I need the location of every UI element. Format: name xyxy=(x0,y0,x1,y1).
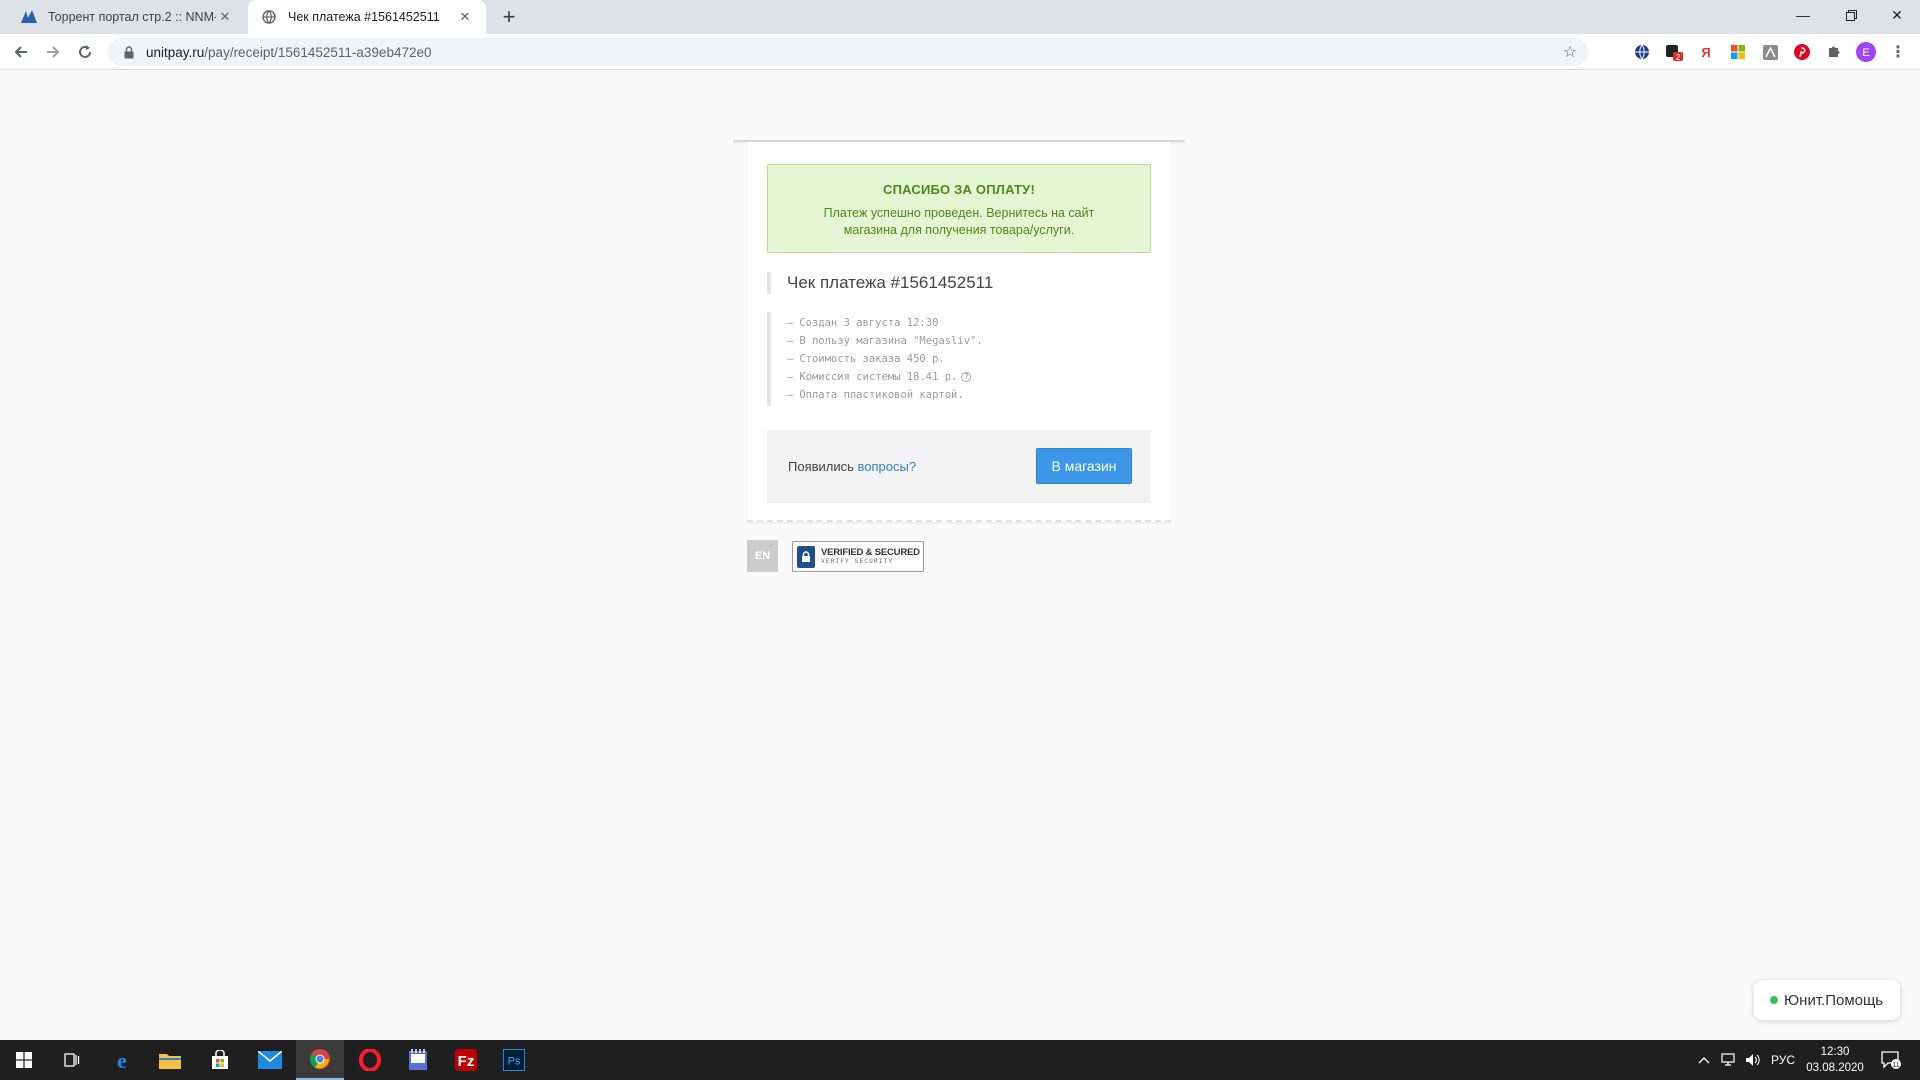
window-close-icon[interactable]: ✕ xyxy=(1874,0,1920,30)
list-item: — В пользу магазина "Megasliv". xyxy=(787,332,1067,350)
close-icon[interactable]: ✕ xyxy=(456,8,474,26)
unit-help-widget[interactable]: Юнит.Помощь xyxy=(1754,980,1900,1020)
browser-toolbar: unitpay.ru/pay/receipt/1561452511-a39eb4… xyxy=(0,34,1920,70)
opera-icon[interactable] xyxy=(346,1040,394,1080)
extension-badge-count: 2 xyxy=(1676,53,1681,62)
list-item: — Стоимость заказа 450 р. xyxy=(787,350,1067,368)
badge-text: VERIFIED & SECURED VERIFY SECURITY xyxy=(821,546,920,566)
questions-link[interactable]: вопросы? xyxy=(858,459,917,474)
svg-text:Ps: Ps xyxy=(508,1056,521,1068)
receipt-details-list: — Создан 3 августа 12:30 — В пользу магази… xyxy=(767,312,1067,406)
badge-line-2: VERIFY SECURITY xyxy=(821,557,894,565)
shield-lock-icon xyxy=(797,545,815,568)
system-clock[interactable]: 12:30 03.08.2020 xyxy=(1800,1044,1870,1076)
svg-text:Fz: Fz xyxy=(458,1053,475,1070)
globe-favicon-icon xyxy=(260,8,278,26)
profile-avatar[interactable]: E xyxy=(1856,42,1876,62)
badge-line-1: VERIFIED & SECURED xyxy=(821,546,920,558)
close-icon[interactable]: ✕ xyxy=(216,8,234,26)
tab-receipt[interactable]: Чек платежа #1561452511 ✕ xyxy=(248,0,486,34)
task-view-icon[interactable] xyxy=(48,1040,96,1080)
address-bar[interactable]: unitpay.ru/pay/receipt/1561452511-a39eb4… xyxy=(108,38,1588,66)
url-path: /pay/receipt/1561452511-a39eb472e0 xyxy=(204,44,432,60)
restore-icon[interactable] xyxy=(1828,0,1874,30)
forward-arrow-icon[interactable] xyxy=(40,39,66,65)
nnm-club-favicon-icon xyxy=(20,8,38,26)
filezilla-icon[interactable]: Fz xyxy=(442,1040,490,1080)
browser-tab-bar: Торрент портал стр.2 :: NNM-Cl ✕ Чек пла… xyxy=(0,0,1920,34)
windows-start-icon[interactable] xyxy=(0,1040,48,1080)
network-icon[interactable] xyxy=(1718,1040,1740,1080)
volume-icon[interactable] xyxy=(1742,1040,1764,1080)
ms-office-extension-icon[interactable] xyxy=(1728,42,1748,62)
edge-icon[interactable]: e xyxy=(98,1040,146,1080)
notepad-icon[interactable] xyxy=(394,1040,442,1080)
detail-commission: Комиссия системы 18.41 р. xyxy=(799,371,958,383)
notifications-icon[interactable]: 11 xyxy=(1876,1040,1906,1080)
lock-icon xyxy=(122,45,136,59)
verified-secured-badge[interactable]: VERIFIED & SECURED VERIFY SECURITY xyxy=(792,541,924,572)
success-text: Платеж успешно проведен. Вернитесь на са… xyxy=(823,206,1095,237)
windows-taskbar: e Fz Ps РУС 12:30 03.08.2020 11 xyxy=(0,1040,1920,1080)
url-host: unitpay.ru xyxy=(146,44,205,60)
list-item: — Создан 3 августа 12:30 xyxy=(787,314,1067,332)
show-hidden-icons-chevron-icon[interactable] xyxy=(1694,1040,1714,1080)
online-status-dot xyxy=(1770,996,1778,1004)
puzzle-extensions-icon[interactable] xyxy=(1824,42,1844,62)
tab-torrent-portal[interactable]: Торрент портал стр.2 :: NNM-Cl ✕ xyxy=(8,0,246,34)
store-icon[interactable] xyxy=(196,1040,244,1080)
receipt-card-tear-edge xyxy=(747,520,1171,522)
pinterest-extension-icon[interactable] xyxy=(1792,42,1812,62)
bookmark-star-icon[interactable]: ☆ xyxy=(1560,42,1580,62)
back-arrow-icon[interactable] xyxy=(8,39,34,65)
detail-amount: Стоимость заказа 450 р. xyxy=(799,353,945,365)
success-title: СПАСИБО ЗА ОПЛАТУ! xyxy=(882,182,1035,197)
new-tab-button[interactable]: + xyxy=(496,4,522,30)
help-question-icon[interactable]: ? xyxy=(961,372,972,382)
detail-merchant: В пользу магазина "Megasliv". xyxy=(799,335,983,347)
list-item: — Комиссия системы 18.41 р.? xyxy=(787,368,1067,386)
tab-title: Чек платежа #1561452511 xyxy=(288,10,440,24)
photoshop-icon[interactable]: Ps xyxy=(490,1040,538,1080)
badge-extension-icon[interactable]: 2 xyxy=(1664,42,1684,62)
profile-initial: E xyxy=(1862,47,1869,59)
globe-extension-icon[interactable] xyxy=(1632,42,1652,62)
minimize-icon[interactable]: — xyxy=(1780,0,1826,30)
receipt-title: Чек платежа #1561452511 xyxy=(767,272,993,294)
pdf-extension-icon[interactable] xyxy=(1760,42,1780,62)
detail-created: Создан 3 августа 12:30 xyxy=(799,317,939,329)
detail-payment-method: Оплата пластиковой картой. xyxy=(799,389,964,401)
notifications-count: 11 xyxy=(1892,1062,1899,1069)
help-widget-label: Юнит.Помощь xyxy=(1784,991,1884,1009)
clock-time: 12:30 xyxy=(1820,1046,1850,1058)
yandex-extension-icon[interactable]: Я xyxy=(1696,42,1716,62)
menu-kebab-icon[interactable]: ⋮ xyxy=(1888,42,1908,62)
questions-prefix: Появились xyxy=(788,459,854,474)
input-language-indicator[interactable]: РУС xyxy=(1766,1040,1800,1080)
receipt-footer: Появились вопросы? В магазин xyxy=(767,430,1151,503)
chrome-icon[interactable] xyxy=(296,1040,344,1080)
reload-icon[interactable] xyxy=(72,39,98,65)
file-explorer-icon[interactable] xyxy=(146,1040,194,1080)
language-switch-button[interactable]: EN xyxy=(747,540,778,572)
to-shop-button[interactable]: В магазин xyxy=(1036,448,1132,484)
list-item: — Оплата пластиковой картой. xyxy=(787,386,1067,404)
tab-title: Торрент портал стр.2 :: NNM-Cl xyxy=(48,10,216,24)
url-text: unitpay.ru/pay/receipt/1561452511-a39eb4… xyxy=(146,45,432,60)
questions-text: Появились вопросы? xyxy=(788,459,916,474)
mail-icon[interactable] xyxy=(246,1040,294,1080)
svg-text:e: e xyxy=(117,1049,127,1071)
success-alert: СПАСИБО ЗА ОПЛАТУ! Платеж успешно провед… xyxy=(767,164,1151,253)
clock-date: 03.08.2020 xyxy=(1806,1062,1864,1074)
